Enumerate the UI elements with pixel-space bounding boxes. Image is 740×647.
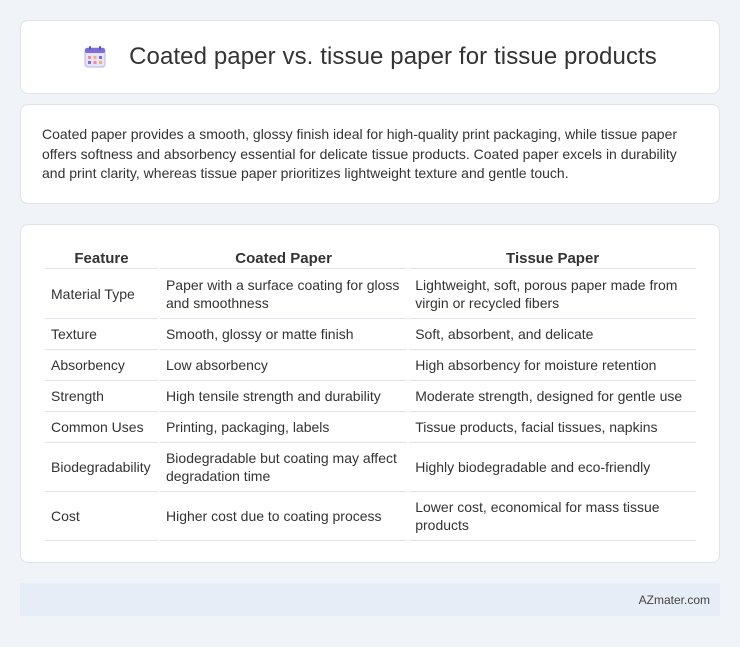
feature-cell: Strength bbox=[45, 381, 158, 412]
feature-cell: Biodegradability bbox=[45, 443, 158, 492]
tissue-cell: Lightweight, soft, porous paper made fro… bbox=[409, 269, 696, 319]
table-row: Material Type Paper with a surface coati… bbox=[45, 269, 696, 319]
tissue-cell: High absorbency for moisture retention bbox=[409, 350, 696, 381]
tissue-cell: Soft, absorbent, and delicate bbox=[409, 319, 696, 350]
footer-site-link[interactable]: AZmater.com bbox=[639, 593, 710, 607]
coated-cell: Smooth, glossy or matte finish bbox=[159, 319, 408, 350]
intro-card: Coated paper provides a smooth, glossy f… bbox=[20, 104, 720, 204]
comparison-table: Feature Coated Paper Tissue Paper Materi… bbox=[43, 245, 698, 541]
table-row: Strength High tensile strength and durab… bbox=[45, 381, 696, 412]
page-title: Coated paper vs. tissue paper for tissue… bbox=[129, 43, 657, 70]
header-feature: Feature bbox=[45, 245, 158, 269]
header-coated-paper: Coated Paper bbox=[159, 245, 408, 269]
feature-cell: Texture bbox=[45, 319, 158, 350]
coated-cell: Printing, packaging, labels bbox=[159, 412, 408, 443]
table-row: Biodegradability Biodegradable but coati… bbox=[45, 443, 696, 492]
footer-bar: AZmater.com bbox=[20, 583, 720, 616]
table-row: Cost Higher cost due to coating process … bbox=[45, 492, 696, 541]
table-header-row: Feature Coated Paper Tissue Paper bbox=[45, 245, 696, 269]
page: Coated paper vs. tissue paper for tissue… bbox=[0, 0, 740, 647]
coated-cell: High tensile strength and durability bbox=[159, 381, 408, 412]
table-row: Common Uses Printing, packaging, labels … bbox=[45, 412, 696, 443]
feature-cell: Common Uses bbox=[45, 412, 158, 443]
feature-cell: Absorbency bbox=[45, 350, 158, 381]
comparison-card: Feature Coated Paper Tissue Paper Materi… bbox=[20, 224, 720, 563]
feature-cell: Cost bbox=[45, 492, 158, 541]
calendar-icon bbox=[83, 45, 107, 69]
title-card: Coated paper vs. tissue paper for tissue… bbox=[20, 20, 720, 94]
header-tissue-paper: Tissue Paper bbox=[409, 245, 696, 269]
feature-cell: Material Type bbox=[45, 269, 158, 319]
tissue-cell: Lower cost, economical for mass tissue p… bbox=[409, 492, 696, 541]
intro-text: Coated paper provides a smooth, glossy f… bbox=[42, 126, 678, 181]
table-row: Absorbency Low absorbency High absorbenc… bbox=[45, 350, 696, 381]
tissue-cell: Moderate strength, designed for gentle u… bbox=[409, 381, 696, 412]
tissue-cell: Tissue products, facial tissues, napkins bbox=[409, 412, 696, 443]
coated-cell: Paper with a surface coating for gloss a… bbox=[159, 269, 408, 319]
table-row: Texture Smooth, glossy or matte finish S… bbox=[45, 319, 696, 350]
coated-cell: Biodegradable but coating may affect deg… bbox=[159, 443, 408, 492]
tissue-cell: Highly biodegradable and eco-friendly bbox=[409, 443, 696, 492]
coated-cell: Higher cost due to coating process bbox=[159, 492, 408, 541]
coated-cell: Low absorbency bbox=[159, 350, 408, 381]
